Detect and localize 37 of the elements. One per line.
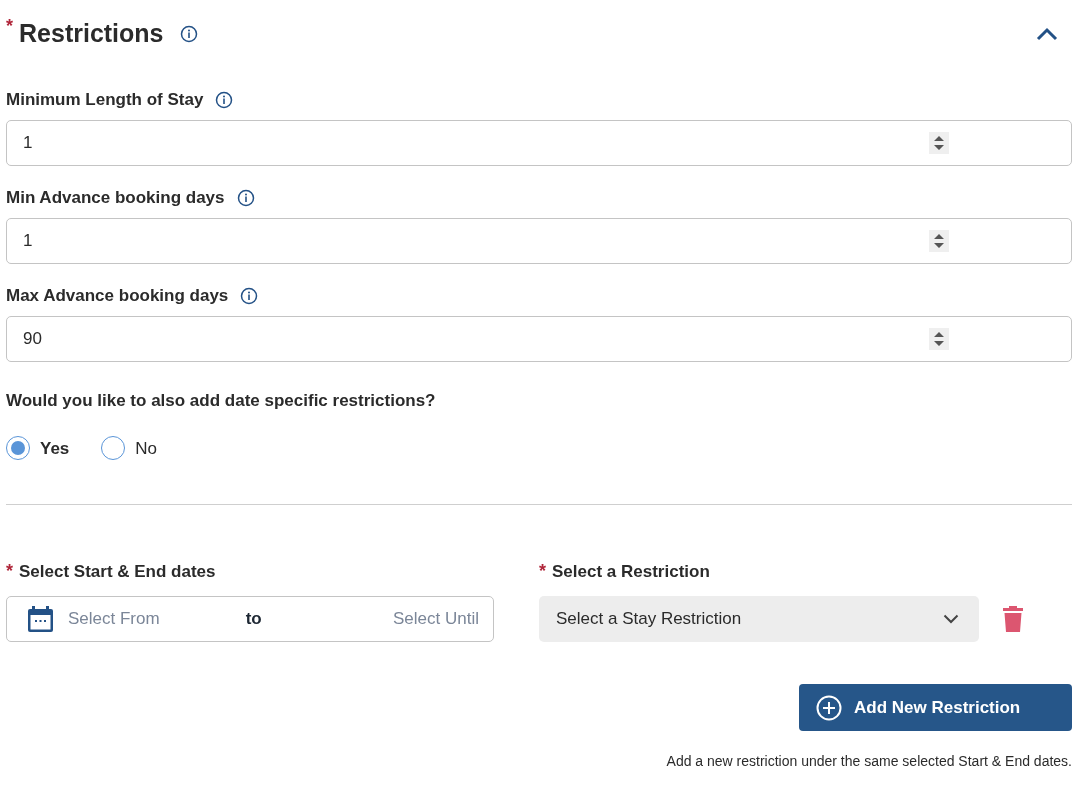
restriction-dropdown[interactable]: Select a Stay Restriction	[539, 596, 979, 642]
number-input[interactable]: 1	[6, 120, 1072, 166]
field-label: Select a Restriction	[552, 561, 710, 584]
spinner-icon[interactable]	[929, 132, 949, 154]
section-title: Restrictions	[19, 18, 164, 50]
plus-circle-icon	[816, 694, 842, 721]
date-range-input[interactable]: Select From to Select Until	[6, 596, 494, 642]
calendar-icon	[27, 605, 54, 633]
spinner-icon[interactable]	[929, 328, 949, 350]
start-date-placeholder: Select From	[68, 608, 160, 631]
number-input[interactable]: 90	[6, 316, 1072, 362]
radio-label: Yes	[40, 437, 70, 460]
input-value: 90	[23, 329, 42, 349]
delete-icon[interactable]	[1003, 605, 1023, 633]
required-asterisk: *	[6, 562, 13, 580]
field-label: Max Advance booking days	[6, 285, 229, 308]
chevron-up-icon	[1036, 27, 1058, 41]
number-input[interactable]: 1	[6, 218, 1072, 264]
spinner-icon[interactable]	[929, 230, 949, 252]
info-icon[interactable]	[179, 25, 198, 43]
chevron-down-icon	[943, 614, 959, 624]
field-label: Minimum Length of Stay	[6, 89, 204, 112]
field-label: Select Start & End dates	[19, 561, 216, 584]
end-date-placeholder: Select Until	[393, 608, 479, 631]
required-asterisk: *	[539, 562, 546, 580]
info-icon[interactable]	[240, 287, 259, 305]
required-asterisk: *	[6, 17, 13, 36]
question-label: Would you like to also add date specific restrictions?	[6, 390, 437, 412]
add-restriction-button[interactable]: Add New Restriction	[799, 684, 1072, 731]
field-label: Min Advance booking days	[6, 187, 225, 210]
info-icon[interactable]	[236, 189, 255, 207]
input-value: 1	[23, 231, 33, 251]
input-value: 1	[23, 133, 33, 153]
radio-label: No	[135, 437, 158, 460]
info-icon[interactable]	[215, 91, 234, 109]
help-text: Add a new restriction under the same selected Start & End dates.	[666, 752, 1072, 771]
range-separator: to	[245, 608, 262, 631]
